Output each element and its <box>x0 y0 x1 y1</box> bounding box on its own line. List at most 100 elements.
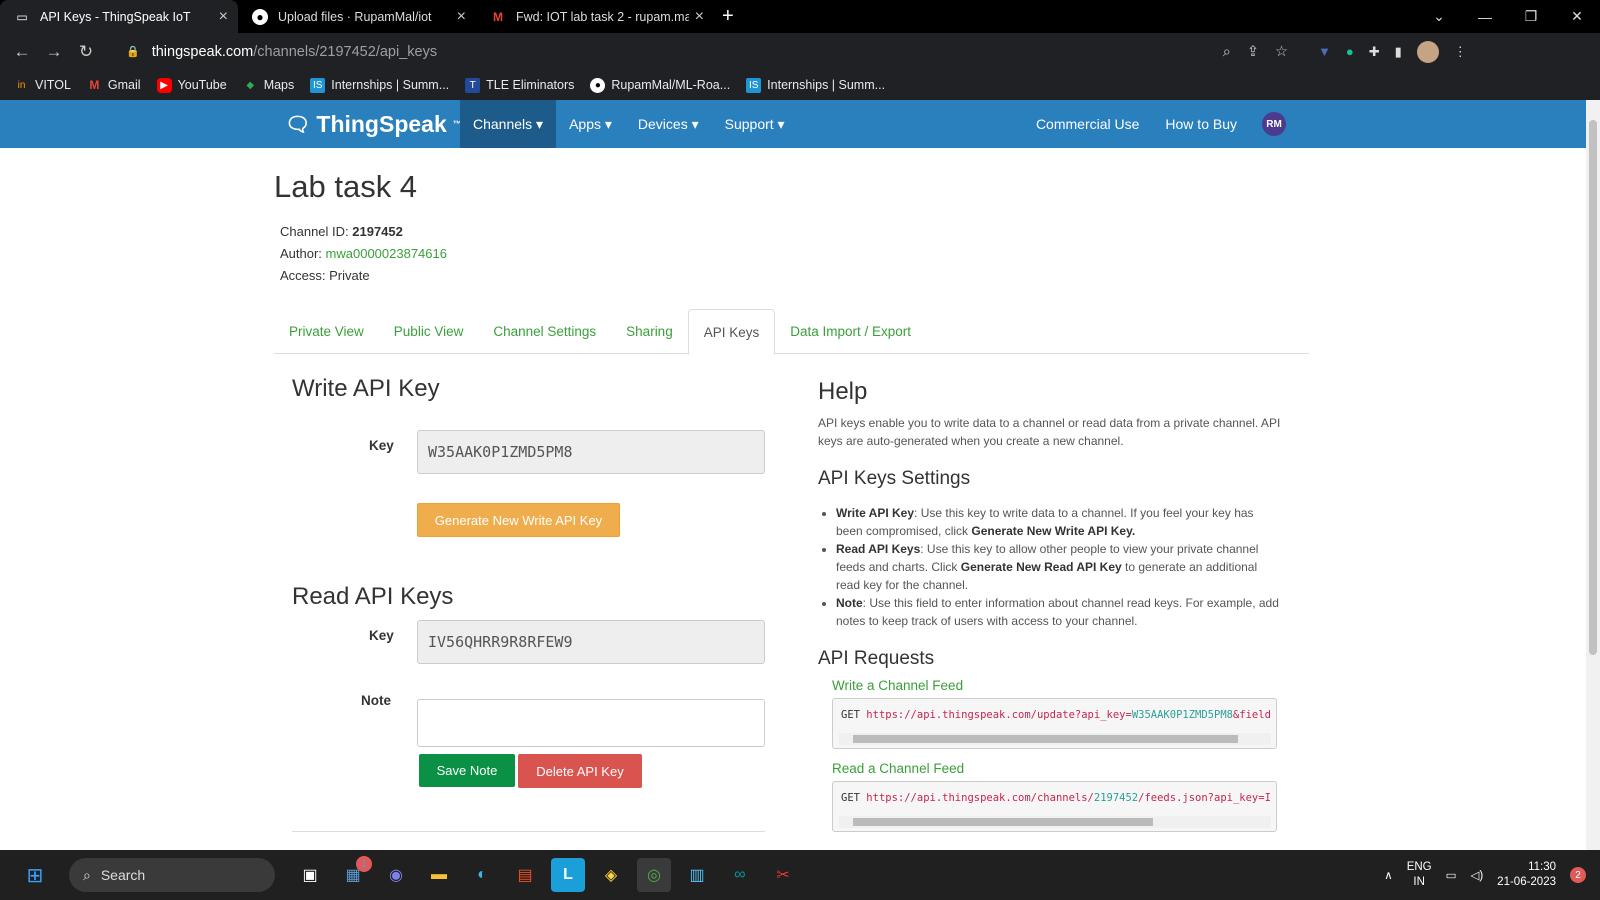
note-textarea[interactable] <box>417 699 765 747</box>
page-scrollbar[interactable] <box>1586 100 1600 850</box>
tab-data-import-export[interactable]: Data Import / Export <box>775 309 926 354</box>
close-window-button[interactable]: ✕ <box>1554 8 1600 25</box>
list-item: Note: Use this field to enter informatio… <box>836 594 1283 630</box>
bookmark-item[interactable]: ● RupamMal/ML-Roa... <box>590 77 730 93</box>
tab-api-keys[interactable]: API Keys <box>687 309 776 355</box>
generate-write-key-button[interactable]: Generate New Write API Key <box>417 503 620 537</box>
write-feed-block: Write a Channel Feed GET https://api.thi… <box>832 678 1277 749</box>
grammarly-icon[interactable]: ● <box>1346 44 1354 59</box>
channel-title: Lab task 4 <box>274 169 418 204</box>
bookmark-item[interactable]: ◆ Maps <box>243 78 294 93</box>
python-icon[interactable]: ◈ <box>594 858 628 892</box>
taskbar-search[interactable]: ⌕ Search <box>69 858 275 892</box>
notepad-icon[interactable]: ▥ <box>680 858 714 892</box>
browser-tab-title: Fwd: IOT lab task 2 - rupam.mal2 <box>516 9 689 24</box>
url-field[interactable]: 🔒 thingspeak.com /channels/2197452/api_k… <box>114 37 1304 66</box>
gmail-icon: M <box>89 78 100 92</box>
language-indicator[interactable]: ENG IN <box>1407 860 1432 890</box>
close-icon[interactable]: × <box>695 8 704 26</box>
write-api-key-heading: Write API Key <box>292 375 440 402</box>
tab-channel-settings[interactable]: Channel Settings <box>478 309 611 354</box>
tab-public-view[interactable]: Public View <box>379 309 479 354</box>
puzzle-icon[interactable]: ✚ <box>1369 44 1380 60</box>
notification-badge[interactable]: 2 <box>1570 867 1586 883</box>
horizontal-scrollbar[interactable] <box>839 733 1271 745</box>
minimize-button[interactable]: — <box>1462 9 1508 25</box>
internshala-icon: IS <box>746 77 762 93</box>
user-avatar[interactable]: RM <box>1262 112 1286 136</box>
lock-icon: 🔒 <box>126 46 140 58</box>
save-note-button[interactable]: Save Note <box>419 754 515 787</box>
read-api-key-field[interactable]: IV56QHRR9R8RFEW9 <box>417 620 765 664</box>
reload-icon[interactable]: ↻ <box>70 42 102 62</box>
windows-start-icon[interactable]: ⊞ <box>18 858 52 892</box>
profile-avatar[interactable] <box>1416 40 1439 63</box>
close-icon[interactable]: × <box>457 8 466 26</box>
task-view-icon[interactable]: ▣ <box>293 858 327 892</box>
network-icon[interactable]: ▭ <box>1446 868 1457 882</box>
page-content: Lab task 4 Channel ID: 2197452 Author: m… <box>0 148 1586 850</box>
scrollbar-thumb[interactable] <box>853 735 1238 743</box>
chrome-icon[interactable]: ◎ <box>637 858 671 892</box>
menu-icon[interactable]: ⋮ <box>1454 44 1467 60</box>
tab-private-view[interactable]: Private View <box>274 309 379 354</box>
browser-tab-title: Upload files · RupamMal/iot <box>278 9 432 24</box>
sidepanel-icon[interactable]: ▮ <box>1395 44 1402 60</box>
api-keys-settings-heading: API Keys Settings <box>818 468 971 489</box>
restore-button[interactable]: ❐ <box>1508 8 1554 25</box>
read-feed-code[interactable]: GET https://api.thingspeak.com/channels/… <box>832 781 1277 832</box>
maps-icon: ◆ <box>246 79 255 91</box>
author-link[interactable]: mwa0000023874616 <box>326 246 447 261</box>
extension-icon[interactable]: ▼ <box>1318 44 1331 59</box>
nav-support[interactable]: Support ▾ <box>712 100 798 148</box>
bookmark-item[interactable]: IS Internships | Summ... <box>746 77 885 93</box>
share-icon[interactable]: ⇪ <box>1247 44 1259 60</box>
star-icon[interactable]: ☆ <box>1275 44 1288 60</box>
arduino-icon[interactable]: ∞ <box>723 858 757 892</box>
clock[interactable]: 11:30 21-06-2023 <box>1497 860 1556 890</box>
bookmark-item[interactable]: IS Internships | Summ... <box>310 77 449 93</box>
scrollbar-thumb[interactable] <box>1589 120 1597 655</box>
meet-icon[interactable]: ◉ <box>379 858 413 892</box>
horizontal-scrollbar[interactable] <box>839 816 1271 828</box>
bookmark-item[interactable]: M Gmail <box>87 78 140 93</box>
tab-sharing[interactable]: Sharing <box>611 309 688 354</box>
tle-icon: T <box>465 77 481 93</box>
file-explorer-icon[interactable]: ▬ <box>422 858 456 892</box>
browser-tab[interactable]: ● Upload files · RupamMal/iot × <box>238 0 476 33</box>
delete-api-key-button[interactable]: Delete API Key <box>518 754 642 788</box>
zoom-icon[interactable]: ⌕ <box>1223 44 1231 60</box>
nav-commercial-use[interactable]: Commercial Use <box>1023 100 1152 148</box>
close-icon[interactable]: × <box>219 8 228 26</box>
nav-how-to-buy[interactable]: How to Buy <box>1152 100 1250 148</box>
store-icon[interactable]: ▤ <box>508 858 542 892</box>
teams-icon[interactable]: ▦ 1 <box>336 856 372 892</box>
write-feed-code[interactable]: GET https://api.thingspeak.com/update?ap… <box>832 698 1277 749</box>
tab-search-icon[interactable]: ⌄ <box>1416 8 1462 25</box>
forward-icon[interactable]: → <box>38 42 70 62</box>
system-tray: ∧ ENG IN ▭ ◁) 11:30 21-06-2023 2 <box>1384 860 1600 890</box>
gmail-icon: M <box>493 9 503 24</box>
nav-apps[interactable]: Apps ▾ <box>556 100 625 148</box>
app-l-icon[interactable]: L <box>551 858 585 892</box>
snipping-icon[interactable]: ✂ <box>766 858 800 892</box>
back-icon[interactable]: ← <box>6 42 38 62</box>
nav-devices[interactable]: Devices ▾ <box>625 100 712 148</box>
edge-icon[interactable]: ◐ <box>465 858 499 892</box>
browser-tab[interactable]: M Fwd: IOT lab task 2 - rupam.mal2 × <box>476 0 714 33</box>
youtube-icon: ▶ <box>156 77 172 93</box>
thingspeak-logo[interactable]: 🗨 ThingSpeak ™ <box>285 111 462 138</box>
bookmark-item[interactable]: ▶ YouTube <box>156 77 227 93</box>
list-item: Read API Keys: Use this key to allow oth… <box>836 540 1283 594</box>
chevron-up-icon[interactable]: ∧ <box>1384 868 1392 882</box>
nav-channels[interactable]: Channels ▾ <box>460 100 557 148</box>
window-controls: ⌄ — ❐ ✕ <box>1416 0 1600 33</box>
browser-tab[interactable]: ▭ API Keys - ThingSpeak IoT × <box>0 0 238 33</box>
scrollbar-thumb[interactable] <box>853 818 1153 826</box>
new-tab-button[interactable]: + <box>722 0 734 33</box>
bookmark-item[interactable]: in VITOL <box>14 78 71 93</box>
volume-icon[interactable]: ◁) <box>1470 868 1483 882</box>
bookmarks-bar: in VITOL M Gmail ▶ YouTube ◆ Maps IS Internsh… <box>0 70 1600 100</box>
write-api-key-field[interactable]: W35AAK0P1ZMD5PM8 <box>417 430 765 474</box>
bookmark-item[interactable]: T TLE Eliminators <box>465 77 574 93</box>
